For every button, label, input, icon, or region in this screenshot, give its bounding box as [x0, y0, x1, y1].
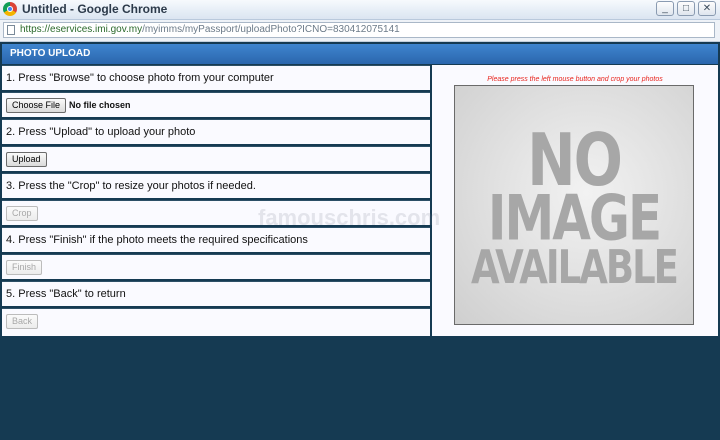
chrome-logo-icon [3, 2, 17, 16]
section-header: PHOTO UPLOAD [2, 44, 718, 64]
finish-row: Finish [2, 254, 430, 279]
close-button[interactable]: ✕ [698, 1, 716, 16]
url-field[interactable]: https://eservices.imi.gov.my/myimms/myPa… [3, 22, 715, 38]
crop-button[interactable]: Crop [6, 206, 38, 221]
file-input-row: Choose File No file chosen [2, 92, 430, 117]
step-3-text: 3. Press the "Crop" to resize your photo… [6, 180, 256, 192]
step-2-text: 2. Press "Upload" to upload your photo [6, 126, 196, 138]
back-row: Back [2, 308, 430, 336]
maximize-button[interactable]: □ [677, 1, 695, 16]
page-icon [7, 25, 15, 35]
minimize-button[interactable]: _ [656, 1, 674, 16]
window-title: Untitled - Google Chrome [22, 2, 168, 16]
steps-panel: 1. Press "Browse" to choose photo from y… [2, 65, 430, 336]
address-bar: https://eservices.imi.gov.my/myimms/myPa… [0, 20, 720, 42]
back-button[interactable]: Back [6, 314, 39, 329]
upload-button[interactable]: Upload [6, 152, 47, 167]
window-controls: _ □ ✕ [656, 1, 716, 16]
step-2-row: 2. Press "Upload" to upload your photo [2, 119, 430, 144]
step-1-text: 1. Press "Browse" to choose photo from y… [6, 72, 274, 84]
no-image-placeholder-line-3: AVAILABLE [471, 240, 679, 295]
url-text: https://eservices.imi.gov.my/myimms/myPa… [20, 24, 400, 35]
step-1-row: 1. Press "Browse" to choose photo from y… [2, 65, 430, 90]
file-status-label: No file chosen [69, 100, 131, 110]
step-3-row: 3. Press the "Crop" to resize your photo… [2, 173, 430, 198]
choose-file-button[interactable]: Choose File [6, 98, 67, 113]
window-title-bar: Untitled - Google Chrome _ □ ✕ [0, 0, 720, 20]
photo-crop-area[interactable]: NO IMAGE AVAILABLE [454, 85, 694, 325]
crop-instruction: Please press the left mouse button and c… [487, 76, 663, 83]
url-path: /myimms/myPassport/uploadPhoto?ICNO=8304… [142, 24, 400, 35]
step-5-text: 5. Press "Back" to return [6, 288, 126, 300]
url-host: https://eservices.imi.gov.my [20, 24, 143, 35]
upload-row: Upload [2, 146, 430, 171]
step-4-text: 4. Press "Finish" if the photo meets the… [6, 234, 308, 246]
photo-preview-panel: Please press the left mouse button and c… [432, 65, 718, 336]
finish-button[interactable]: Finish [6, 260, 43, 275]
step-5-row: 5. Press "Back" to return [2, 281, 430, 306]
watermark: famouschris.com [258, 205, 441, 230]
